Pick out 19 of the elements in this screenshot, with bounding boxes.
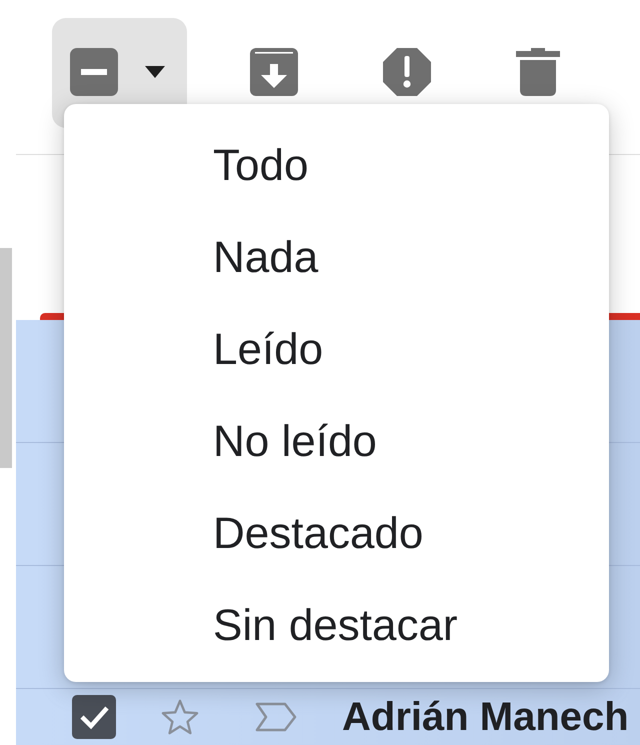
sender-name: Adrián Manech <box>342 694 629 740</box>
menu-item[interactable]: Nada <box>64 212 609 304</box>
menu-item[interactable]: Sin destacar <box>64 580 609 672</box>
caret-icon <box>145 66 165 78</box>
exclamation-octagon-icon <box>383 48 431 96</box>
trash-icon <box>516 48 560 96</box>
menu-item[interactable]: Destacado <box>64 488 609 580</box>
scrollbar-thumb[interactable] <box>0 248 12 468</box>
star-icon[interactable] <box>161 699 199 735</box>
importance-marker-icon[interactable] <box>255 702 297 732</box>
checked-checkbox-icon[interactable] <box>72 695 116 739</box>
menu-item[interactable]: Leído <box>64 304 609 396</box>
menu-item[interactable]: No leído <box>64 396 609 488</box>
email-row[interactable]: Adrián Manech <box>16 689 640 745</box>
report-spam-button[interactable] <box>383 48 431 96</box>
delete-button[interactable] <box>516 48 560 96</box>
menu-item[interactable]: Todo <box>64 120 609 212</box>
archive-box-icon <box>250 48 298 96</box>
archive-button[interactable] <box>250 48 298 96</box>
